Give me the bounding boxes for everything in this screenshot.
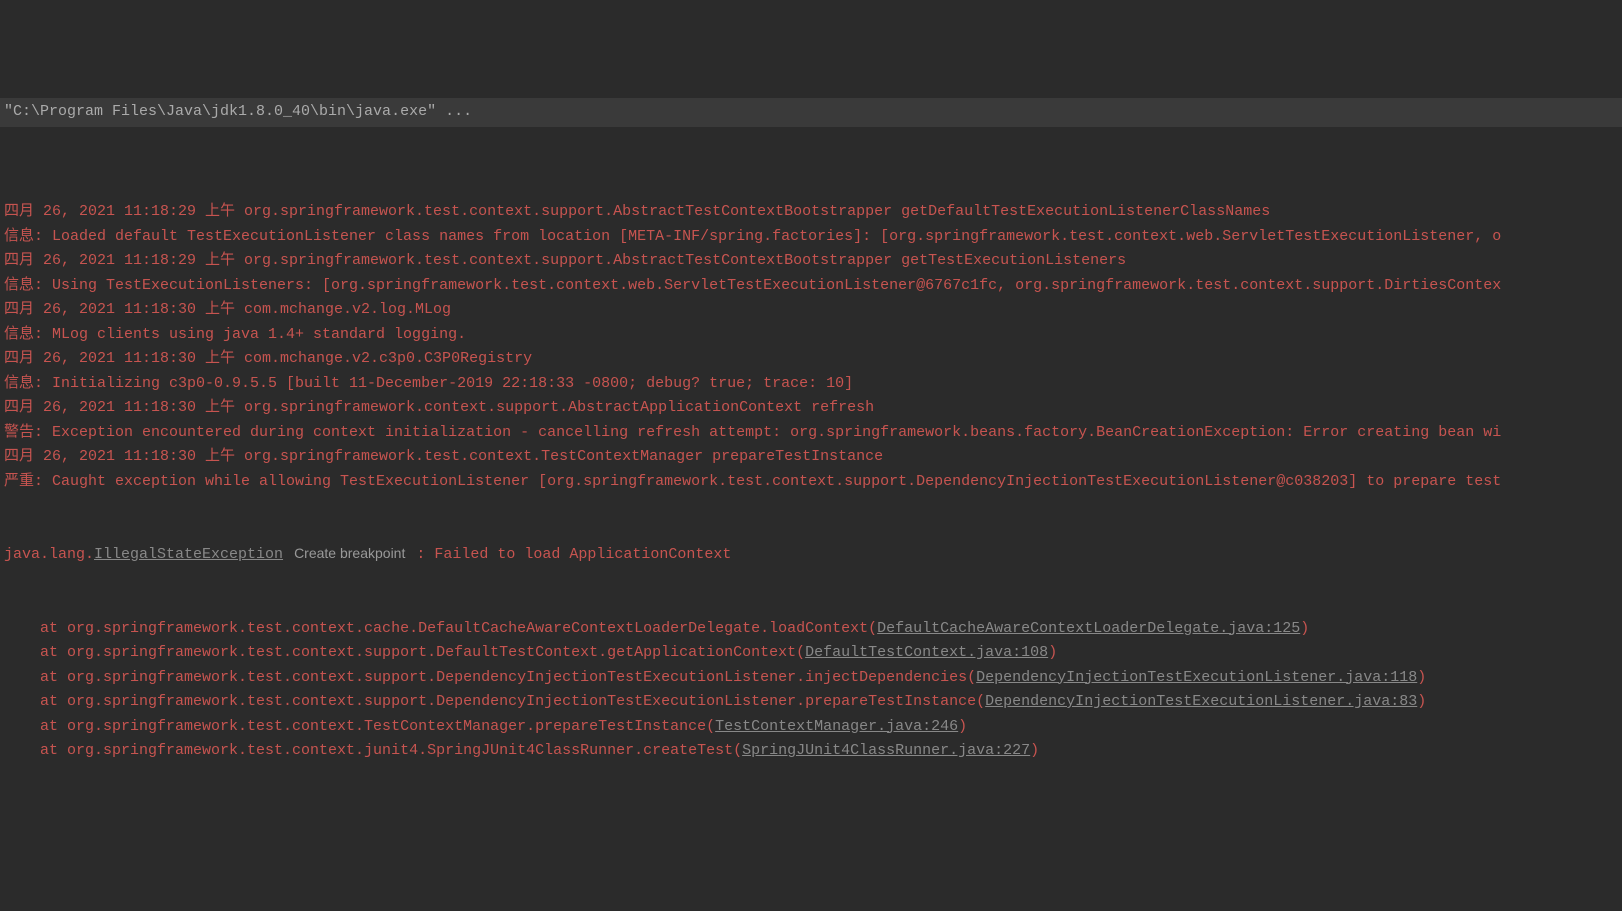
stack-frame-suffix: ) xyxy=(958,718,967,735)
log-line: 四月 26, 2021 11:18:30 上午 org.springframew… xyxy=(4,445,1618,470)
log-line: 四月 26, 2021 11:18:30 上午 com.mchange.v2.l… xyxy=(4,298,1618,323)
stack-frame-source-link[interactable]: DependencyInjectionTestExecutionListener… xyxy=(985,693,1417,710)
log-line: 信息: Using TestExecutionListeners: [org.s… xyxy=(4,274,1618,299)
stack-frame-text: at org.springframework.test.context.juni… xyxy=(4,742,742,759)
stack-frame: at org.springframework.test.context.supp… xyxy=(4,641,1618,666)
stack-frame: at org.springframework.test.context.Test… xyxy=(4,715,1618,740)
create-breakpoint-button[interactable]: Create breakpoint xyxy=(292,545,407,561)
log-line: 四月 26, 2021 11:18:30 上午 com.mchange.v2.c… xyxy=(4,347,1618,372)
stack-frame-text: at org.springframework.test.context.cach… xyxy=(4,620,877,637)
log-line: 警告: Exception encountered during context… xyxy=(4,421,1618,446)
stack-frame-text: at org.springframework.test.context.supp… xyxy=(4,644,805,661)
log-line: 信息: MLog clients using java 1.4+ standar… xyxy=(4,323,1618,348)
stack-frame-suffix: ) xyxy=(1048,644,1057,661)
exception-message: : Failed to load ApplicationContext xyxy=(407,546,731,563)
stack-frame-text: at org.springframework.test.context.supp… xyxy=(4,669,976,686)
console-output[interactable]: 四月 26, 2021 11:18:29 上午 org.springframew… xyxy=(0,151,1622,788)
log-line: 信息: Initializing c3p0-0.9.5.5 [built 11-… xyxy=(4,372,1618,397)
log-line: 四月 26, 2021 11:18:29 上午 org.springframew… xyxy=(4,249,1618,274)
stack-frame-source-link[interactable]: TestContextManager.java:246 xyxy=(715,718,958,735)
stack-frame: at org.springframework.test.context.cach… xyxy=(4,617,1618,642)
stack-frame: at org.springframework.test.context.supp… xyxy=(4,690,1618,715)
stack-frame: at org.springframework.test.context.juni… xyxy=(4,739,1618,764)
stack-frame-text: at org.springframework.test.context.Test… xyxy=(4,718,715,735)
stack-frame-source-link[interactable]: DefaultTestContext.java:108 xyxy=(805,644,1048,661)
log-line: 严重: Caught exception while allowing Test… xyxy=(4,470,1618,495)
stack-frame-suffix: ) xyxy=(1300,620,1309,637)
stack-frame-suffix: ) xyxy=(1417,669,1426,686)
exception-line: java.lang.IllegalStateException Create b… xyxy=(4,543,1618,568)
stack-frame-source-link[interactable]: SpringJUnit4ClassRunner.java:227 xyxy=(742,742,1030,759)
log-line: 四月 26, 2021 11:18:29 上午 org.springframew… xyxy=(4,200,1618,225)
stack-frame: at org.springframework.test.context.supp… xyxy=(4,666,1618,691)
command-line: "C:\Program Files\Java\jdk1.8.0_40\bin\j… xyxy=(0,98,1622,127)
stack-frame-source-link[interactable]: DefaultCacheAwareContextLoaderDelegate.j… xyxy=(877,620,1300,637)
exception-prefix: java.lang. xyxy=(4,546,94,563)
stack-frame-source-link[interactable]: DependencyInjectionTestExecutionListener… xyxy=(976,669,1417,686)
log-line: 四月 26, 2021 11:18:30 上午 org.springframew… xyxy=(4,396,1618,421)
exception-class-link[interactable]: IllegalStateException xyxy=(94,546,283,563)
stack-frame-suffix: ) xyxy=(1030,742,1039,759)
stack-frame-text: at org.springframework.test.context.supp… xyxy=(4,693,985,710)
stack-frame-suffix: ) xyxy=(1417,693,1426,710)
log-line: 信息: Loaded default TestExecutionListener… xyxy=(4,225,1618,250)
